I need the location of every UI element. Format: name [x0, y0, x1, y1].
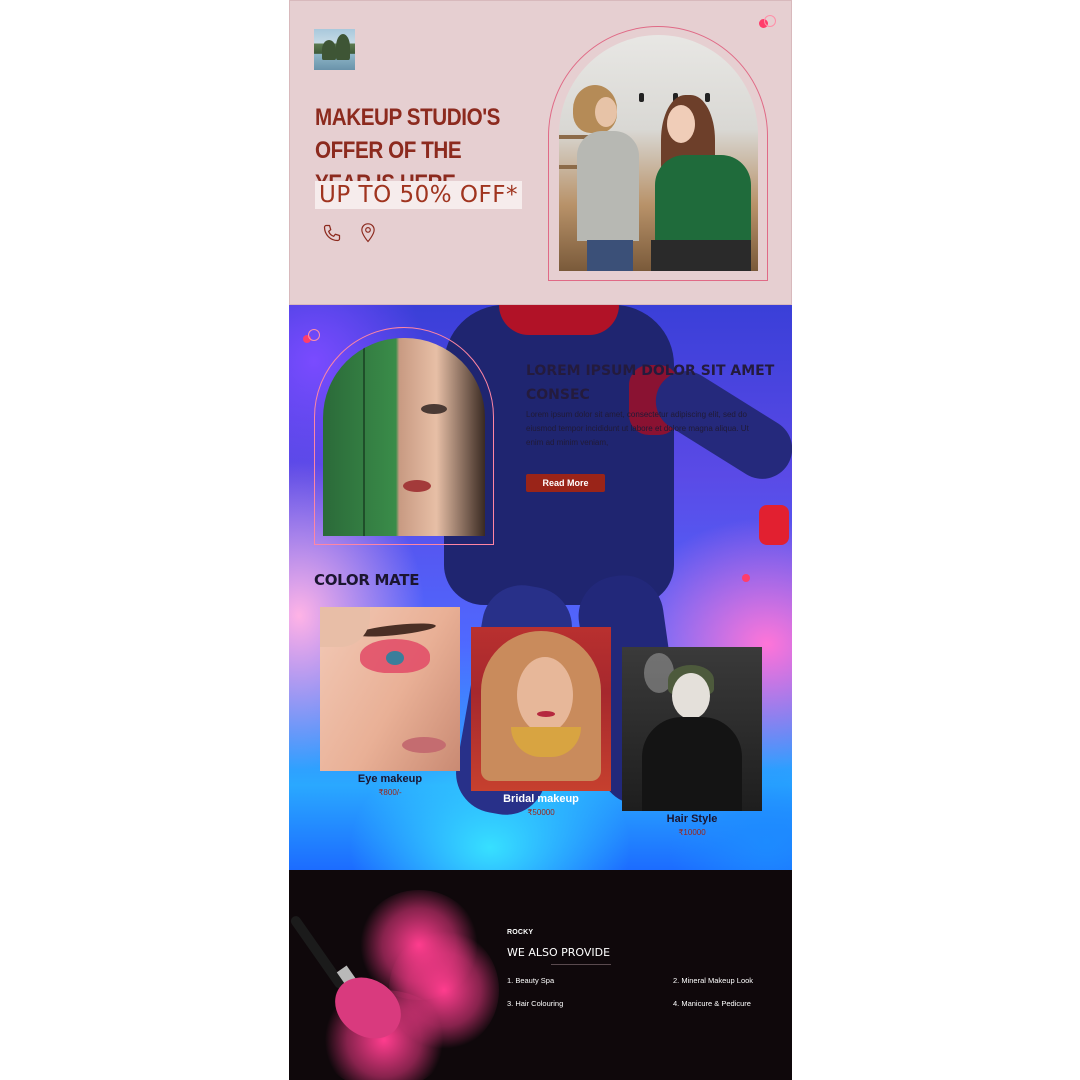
lips — [402, 737, 446, 753]
service-item: 1. Beauty Spa — [507, 976, 555, 985]
poster-page: MAKEUP STUDIO'S OFFER OF THE YEAR IS HER… — [289, 0, 792, 1080]
service-name: Eye makeup — [357, 773, 423, 785]
service-price: ₹10000 — [678, 828, 706, 837]
brush-handle — [289, 914, 347, 991]
lamp — [639, 93, 644, 102]
artist-face — [595, 97, 617, 127]
service-name: Bridal makeup — [503, 793, 579, 805]
artist-body — [577, 131, 639, 241]
bride-lip — [537, 711, 555, 717]
services-section: LOREM IPSUM DOLOR SIT AMET CONSEC Lorem … — [289, 305, 792, 870]
divider — [551, 964, 611, 965]
eye-makeup-photo — [320, 607, 460, 771]
provide-title: WE ALSO PROVIDE — [507, 946, 611, 959]
service-price: ₹800/- — [378, 788, 402, 797]
decor-dot — [742, 574, 750, 582]
read-more-button[interactable]: Read More — [526, 474, 605, 492]
bridal-makeup-photo — [471, 627, 611, 791]
model-lip — [403, 480, 431, 492]
face — [672, 673, 710, 719]
footer-section: ROCKY WE ALSO PROVIDE 1. Beauty Spa 2. M… — [289, 870, 792, 1080]
service-item: 3. Hair Colouring — [507, 999, 564, 1008]
artist-legs — [587, 240, 633, 271]
brand-label: ROCKY — [507, 929, 534, 936]
offer-banner: UP TO 50% OFF* — [315, 181, 522, 209]
hair-style-photo — [622, 647, 762, 811]
leaf-vein — [363, 338, 365, 536]
logo — [314, 29, 355, 70]
makeup-brush-photo — [289, 870, 499, 1080]
hero-section: MAKEUP STUDIO'S OFFER OF THE YEAR IS HER… — [289, 0, 792, 305]
logo-rock — [322, 40, 336, 60]
background-figure — [499, 305, 619, 335]
model-face — [667, 105, 695, 143]
makeup-studio-photo — [559, 35, 758, 271]
color-mate-title: COLOR MATE — [314, 571, 420, 589]
intro-title: LOREM IPSUM DOLOR SIT AMET CONSEC — [526, 363, 775, 403]
model-eye — [421, 404, 447, 414]
logo-rock — [336, 34, 350, 60]
hand — [320, 607, 370, 647]
intro-text: Lorem ipsum dolor sit amet, consectetur … — [526, 410, 749, 447]
service-price: ₹50000 — [527, 808, 555, 817]
service-name: Hair Style — [666, 813, 718, 825]
decor-ring — [308, 329, 320, 341]
location-pin-icon[interactable] — [360, 223, 376, 243]
suit — [642, 717, 742, 811]
service-item: 2. Mineral Makeup Look — [673, 976, 754, 985]
model-body — [655, 155, 751, 247]
eye-iris — [386, 651, 404, 665]
lamp — [705, 93, 710, 102]
decor-ring — [764, 15, 776, 27]
model-legs — [651, 240, 751, 271]
service-item: 4. Manicure & Pedicure — [673, 999, 751, 1008]
bride-face — [517, 657, 573, 733]
model-leaf-photo — [323, 338, 485, 536]
background-figure — [759, 505, 789, 545]
phone-icon[interactable] — [322, 223, 342, 243]
